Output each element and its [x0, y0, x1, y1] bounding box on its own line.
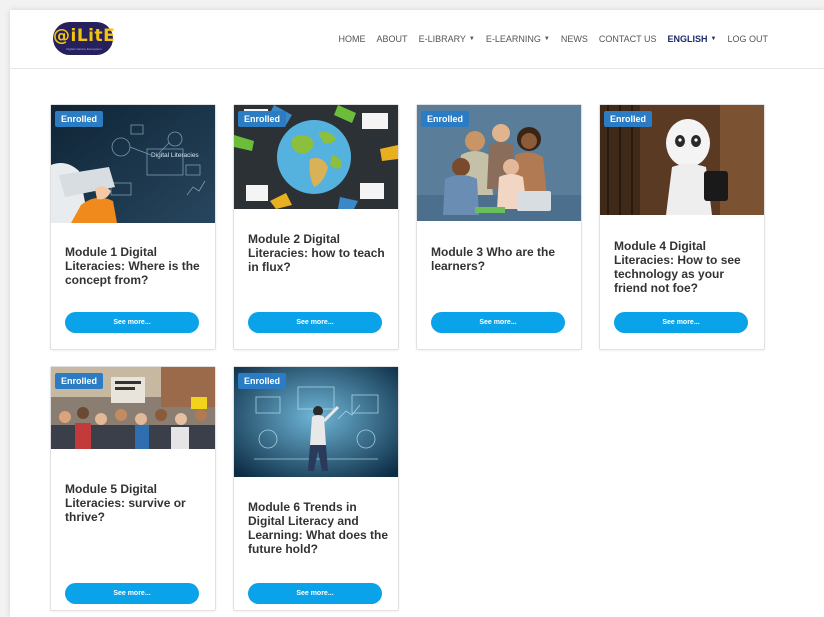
module-title: Module 1 Digital Literacies: Where is th…: [65, 245, 200, 287]
nav-label: ABOUT: [376, 34, 408, 44]
see-more-button[interactable]: See more...: [248, 583, 382, 604]
module-title: Module 3 Who are the learners?: [431, 245, 556, 273]
enrolled-badge: Enrolled: [238, 373, 287, 389]
see-more-button[interactable]: See more...: [65, 583, 199, 604]
enrolled-badge: Enrolled: [604, 111, 653, 127]
see-more-button[interactable]: See more...: [65, 312, 199, 333]
module-2-image: Enrolled: [234, 105, 398, 209]
nav-e-library[interactable]: E-LIBRARY ▼: [419, 34, 475, 44]
see-more-button[interactable]: See more...: [248, 312, 382, 333]
module-card-2: Enrolled Module 2 Digital Literacies: ho…: [233, 104, 399, 350]
nav-news[interactable]: NEWS: [561, 34, 588, 44]
nav-label: CONTACT US: [598, 34, 657, 44]
caret-down-icon: ▼: [710, 36, 717, 42]
module-title: Module 5 Digital Literacies: survive or …: [65, 482, 186, 524]
nav-e-learning[interactable]: E-LEARNING ▼: [486, 34, 550, 44]
module-card-5: Enrolled Module 5 Digital Literacies: su…: [50, 366, 216, 611]
logo-subtitle: Digital Literacy Ecosystem: [66, 47, 102, 51]
main-nav: HOME ABOUT E-LIBRARY ▼ E-LEARNING ▼ NEWS C…: [339, 34, 768, 44]
nav-log-out[interactable]: LOG OUT: [727, 34, 768, 44]
nav-about[interactable]: ABOUT: [377, 34, 408, 44]
module-title: Module 6 Trends in Digital Literacy and …: [248, 500, 389, 556]
nav-label: NEWS: [560, 34, 588, 44]
enrolled-badge: Enrolled: [421, 111, 470, 127]
nav-label: LOG OUT: [727, 34, 768, 44]
page: @iLitE Digital Literacy Ecosystem HOME A…: [10, 10, 824, 617]
caret-down-icon: ▼: [468, 36, 475, 42]
module-title: Module 2 Digital Literacies: how to teac…: [248, 232, 385, 274]
nav-contact-us[interactable]: CONTACT US: [599, 34, 657, 44]
module-title: Module 4 Digital Literacies: How to see …: [614, 239, 741, 295]
module-3-image: Enrolled: [417, 105, 581, 221]
enrolled-badge: Enrolled: [238, 111, 287, 127]
caret-down-icon: ▼: [543, 36, 550, 42]
module-5-image: Enrolled: [51, 367, 215, 449]
module-card-3: Enrolled Module 3 Who are the learners? …: [416, 104, 582, 350]
nav-language-english[interactable]: ENGLISH ▼: [668, 34, 717, 44]
site-logo[interactable]: @iLitE Digital Literacy Ecosystem: [53, 22, 115, 55]
module-4-image: Enrolled: [600, 105, 764, 215]
header: @iLitE Digital Literacy Ecosystem HOME A…: [10, 10, 824, 69]
module-1-image-caption: Digital Literacies: [151, 152, 199, 159]
nav-label: HOME: [338, 34, 366, 44]
nav-home[interactable]: HOME: [339, 34, 366, 44]
module-1-image: Digital Literacies Enrolled: [51, 105, 215, 223]
module-card-6: Enrolled Module 6 Trends in Digital Lite…: [233, 366, 399, 611]
see-more-button[interactable]: See more...: [431, 312, 565, 333]
enrolled-badge: Enrolled: [55, 373, 104, 389]
see-more-button[interactable]: See more...: [614, 312, 748, 333]
enrolled-badge: Enrolled: [55, 111, 104, 127]
module-card-1: Digital Literacies Enrolled Module 1 Dig…: [50, 104, 216, 350]
module-6-image: Enrolled: [234, 367, 398, 477]
module-card-4: Enrolled Module 4 Digital Literacies: Ho…: [599, 104, 765, 350]
nav-label: E-LIBRARY: [418, 34, 466, 44]
nav-label: E-LEARNING: [485, 34, 541, 44]
nav-label: ENGLISH: [667, 34, 708, 44]
